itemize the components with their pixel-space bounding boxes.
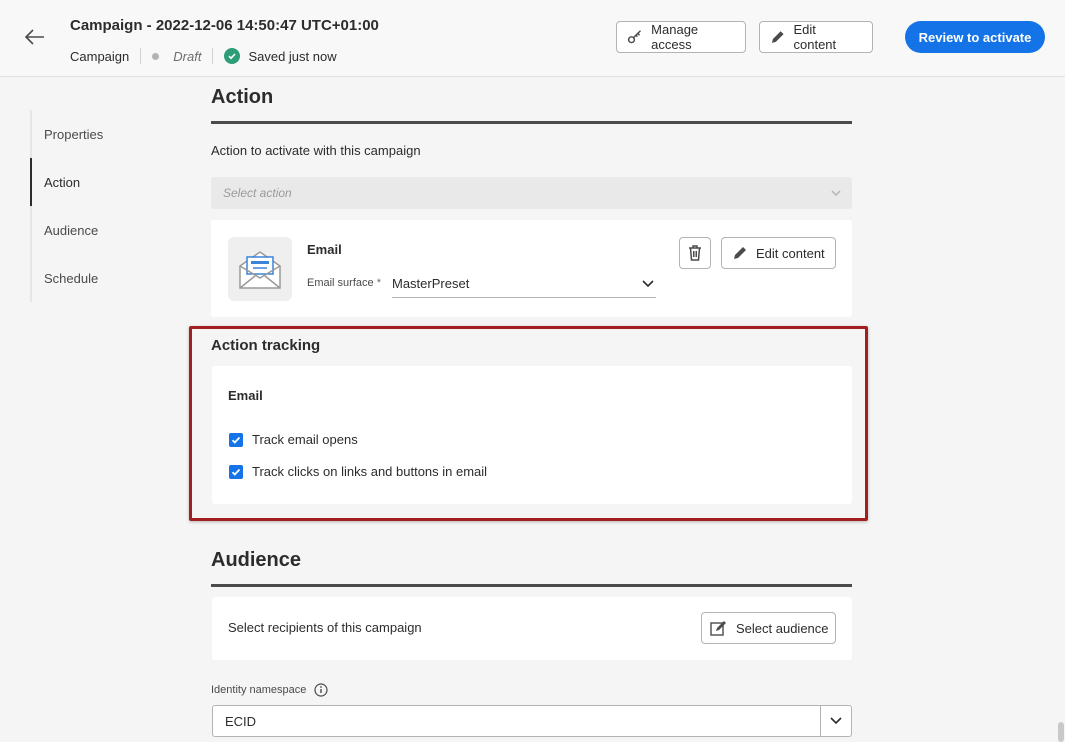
section-divider [211, 121, 852, 124]
edit-audience-icon [710, 621, 726, 636]
campaign-type: Campaign [70, 48, 130, 64]
select-audience-button[interactable]: Select audience [701, 612, 836, 644]
delete-action-button[interactable] [679, 237, 711, 269]
identity-namespace-dropdown-button[interactable] [820, 705, 852, 737]
track-clicks-label: Track clicks on links and buttons in ema… [252, 464, 488, 479]
chevron-down-icon [642, 280, 654, 288]
select-action-dropdown[interactable]: Select action [211, 177, 852, 209]
action-tracking-title: Action tracking [211, 337, 321, 354]
manage-access-label: Manage access [651, 22, 699, 52]
action-subtitle: Action to activate with this campaign [211, 143, 421, 158]
status-badge: Draft [173, 48, 202, 64]
email-surface-value: MasterPreset [392, 276, 470, 291]
page-title: Campaign - 2022-12-06 14:50:47 UTC+01:00 [70, 17, 379, 34]
audience-section-title: Audience [211, 549, 302, 571]
info-icon[interactable] [314, 683, 328, 697]
email-surface-label: Email surface * [307, 277, 381, 289]
nav-item-properties[interactable]: Properties [30, 110, 180, 158]
review-to-activate-button[interactable]: Review to activate [905, 21, 1045, 53]
identity-namespace-field[interactable]: ECID [212, 705, 821, 737]
campaign-meta: Campaign Draft Saved just now [70, 47, 337, 65]
action-section-title: Action [211, 86, 274, 108]
nav-item-audience[interactable]: Audience [30, 206, 180, 254]
status-dot-icon [152, 52, 160, 60]
track-opens-checkbox[interactable]: Track email opens [229, 432, 358, 447]
pencil-icon [771, 31, 784, 43]
audience-prompt: Select recipients of this campaign [228, 620, 422, 635]
identity-namespace-value: ECID [225, 713, 257, 729]
chevron-down-icon [831, 190, 841, 197]
nav-item-action[interactable]: Action [30, 158, 180, 206]
checkbox-checked-icon [229, 464, 243, 479]
save-status: Saved just now [248, 48, 337, 64]
email-envelope-icon [228, 237, 292, 301]
back-arrow-icon[interactable] [24, 26, 46, 48]
pencil-icon [734, 247, 746, 259]
action-name: Email [307, 242, 342, 257]
track-opens-label: Track email opens [252, 432, 358, 447]
audience-card: Select recipients of this campaign Selec… [212, 597, 852, 660]
tracking-channel-label: Email [228, 388, 263, 403]
section-divider [211, 584, 852, 587]
nav-item-schedule[interactable]: Schedule [30, 254, 180, 302]
tracking-card: Email Track email opens Track clicks on … [212, 366, 852, 504]
edit-content-label: Edit content [756, 245, 825, 261]
divider [140, 48, 142, 64]
scrollbar-thumb[interactable] [1058, 722, 1064, 742]
identity-namespace-label: Identity namespace [211, 683, 328, 697]
divider [212, 48, 214, 64]
email-surface-select[interactable]: MasterPreset [392, 270, 656, 298]
select-action-placeholder: Select action [223, 186, 292, 200]
section-nav: Properties Action Audience Schedule [30, 110, 180, 302]
checkmark-circle-icon [224, 48, 241, 64]
key-icon [627, 30, 641, 44]
track-clicks-checkbox[interactable]: Track clicks on links and buttons in ema… [229, 464, 487, 479]
select-audience-label: Select audience [736, 620, 829, 636]
edit-content-header-button[interactable]: Edit content [759, 21, 873, 53]
chevron-down-icon [830, 717, 842, 725]
top-bar: Campaign - 2022-12-06 14:50:47 UTC+01:00… [0, 0, 1065, 77]
manage-access-button[interactable]: Manage access [616, 21, 746, 53]
edit-content-button[interactable]: Edit content [721, 237, 836, 269]
edit-content-label: Edit content [793, 22, 837, 52]
email-action-card: Email Email surface * MasterPreset Edit … [211, 220, 852, 317]
trash-icon [689, 245, 701, 261]
checkbox-checked-icon [229, 432, 243, 447]
